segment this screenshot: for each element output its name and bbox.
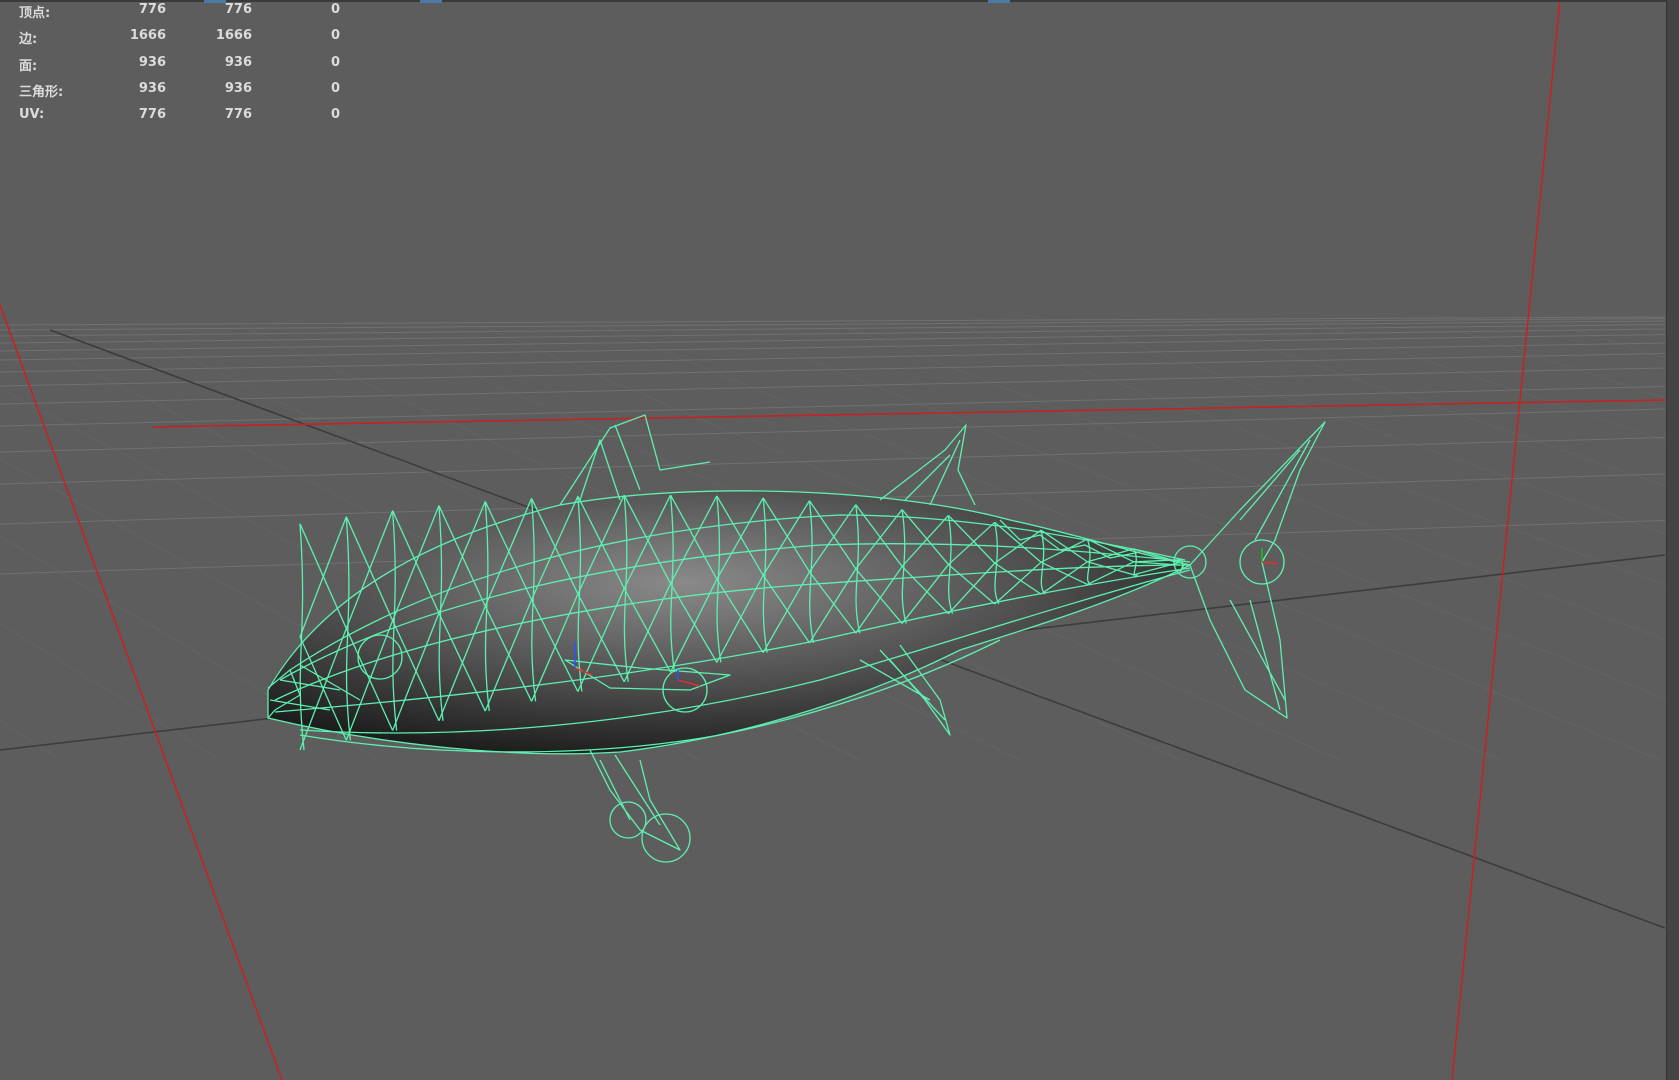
- toolbar-marker: [420, 0, 442, 3]
- hud-value: 776: [138, 2, 166, 17]
- hud-value: 936: [224, 81, 252, 96]
- hud-row-vertices: 顶点: 776 776 0: [0, 2, 360, 24]
- hud-value: 936: [138, 81, 166, 96]
- hud-value: 0: [330, 55, 340, 70]
- poly-count-hud: 顶点: 776 776 0 边: 1666 1666 0 面: 936 936 …: [0, 0, 360, 130]
- pelvic-fin: [589, 749, 681, 851]
- hud-row-faces: 面: 936 936 0: [0, 55, 360, 77]
- frustum-line-left: [0, 304, 283, 1080]
- 3d-viewport[interactable]: 顶点: 776 776 0 边: 1666 1666 0 面: 936 936 …: [0, 0, 1679, 1080]
- tail-fin-mesh: [1229, 439, 1311, 711]
- hud-value: 0: [330, 107, 340, 122]
- hud-row-edges: 边: 1666 1666 0: [0, 28, 360, 50]
- hud-label: 面:: [19, 59, 38, 74]
- hud-value: 0: [330, 2, 340, 17]
- pelvic-fin-mesh: [599, 754, 661, 826]
- grid-line: [0, 719, 61, 761]
- hud-value: 936: [138, 55, 166, 70]
- second-dorsal-fin: [879, 424, 976, 506]
- grid-line: [1439, 324, 1679, 404]
- pelvic-joint-b: [641, 813, 691, 863]
- hud-row-triangles: 三角形: 936 936 0: [0, 81, 360, 103]
- hud-label: 顶点:: [19, 6, 51, 21]
- grid-line: [0, 367, 1666, 405]
- hud-row-uvs: UV: 776 776 0: [0, 107, 360, 129]
- hud-value: 776: [138, 107, 166, 122]
- hud-value: 1666: [129, 28, 166, 43]
- hud-value: 0: [330, 81, 340, 96]
- hud-label: 边:: [19, 32, 38, 47]
- hud-label: UV:: [19, 107, 45, 122]
- grid-line: [1559, 324, 1679, 364]
- hud-value: 0: [330, 28, 340, 43]
- hud-value: 776: [224, 107, 252, 122]
- scene-canvas[interactable]: [0, 0, 1679, 1080]
- toolbar-marker: [988, 0, 1010, 3]
- viewport-right-border: [1666, 0, 1679, 1080]
- pelvic-joint-a: [609, 801, 647, 839]
- hud-value: 936: [224, 55, 252, 70]
- hud-label: 三角形:: [19, 85, 64, 100]
- hud-value: 776: [224, 2, 252, 17]
- grid-line: [0, 622, 221, 761]
- hud-value: 1666: [215, 28, 252, 43]
- grid-line: [1079, 324, 1679, 540]
